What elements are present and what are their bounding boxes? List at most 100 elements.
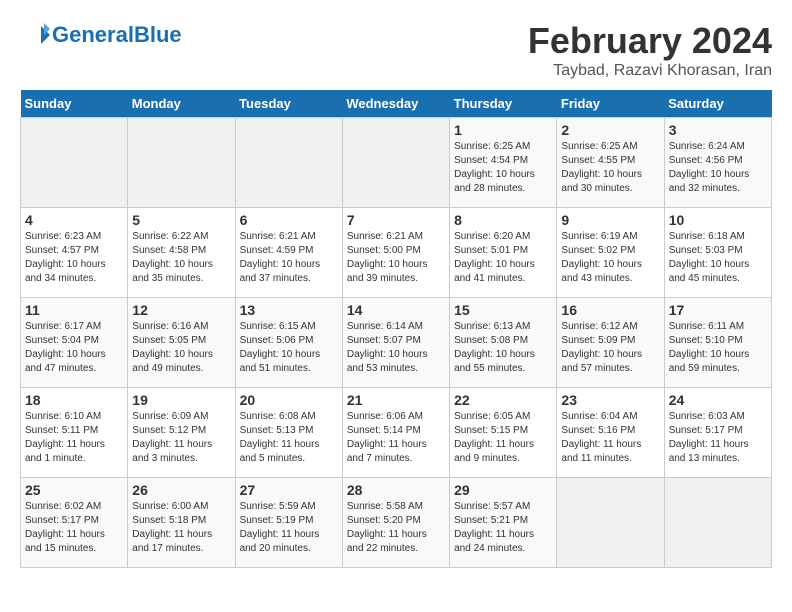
calendar-cell: 13 Sunrise: 6:15 AMSunset: 5:06 PMDayligh… xyxy=(235,298,342,388)
calendar-cell: 22 Sunrise: 6:05 AMSunset: 5:15 PMDayligh… xyxy=(450,388,557,478)
day-info: Sunrise: 6:08 AMSunset: 5:13 PMDaylight:… xyxy=(240,410,338,466)
calendar-cell: 20Sunrise: 6:08 AMSunset: 5:13 PMDayligh… xyxy=(235,388,342,478)
calendar-cell xyxy=(128,118,235,208)
day-number: 22 xyxy=(454,392,552,408)
day-of-week-header: Wednesday xyxy=(342,90,449,118)
day-info: Sunrise: 5:57 AMSunset: 5:21 PMDaylight:… xyxy=(454,500,552,556)
calendar-cell: 27 Sunrise: 5:59 AMSunset: 5:19 PMDayligh… xyxy=(235,478,342,568)
day-of-week-header: Sunday xyxy=(21,90,128,118)
day-info: Sunrise: 6:22 AMSunset: 4:58 PMDaylight:… xyxy=(132,230,230,286)
calendar-cell: 14Sunrise: 6:14 AMSunset: 5:07 PMDayligh… xyxy=(342,298,449,388)
logo-text: GeneralBlue xyxy=(52,22,182,48)
day-info: Sunrise: 5:58 AMSunset: 5:20 PMDaylight:… xyxy=(347,500,445,556)
day-info: Sunrise: 6:23 AMSunset: 4:57 PMDaylight:… xyxy=(25,230,123,286)
day-number: 23 xyxy=(561,392,659,408)
calendar-cell: 26 Sunrise: 6:00 AMSunset: 5:18 PMDayligh… xyxy=(128,478,235,568)
calendar-cell: 21Sunrise: 6:06 AMSunset: 5:14 PMDayligh… xyxy=(342,388,449,478)
calendar-cell xyxy=(235,118,342,208)
day-info: Sunrise: 6:15 AMSunset: 5:06 PMDaylight:… xyxy=(240,320,338,376)
title-section: February 2024 Taybad, Razavi Khorasan, I… xyxy=(528,20,772,80)
header-row: SundayMondayTuesdayWednesdayThursdayFrid… xyxy=(21,90,772,118)
day-number: 27 xyxy=(240,482,338,498)
calendar-cell: 12 Sunrise: 6:16 AMSunset: 5:05 PMDayligh… xyxy=(128,298,235,388)
day-info: Sunrise: 6:04 AMSunset: 5:16 PMDaylight:… xyxy=(561,410,659,466)
calendar-week-row: 4 Sunrise: 6:23 AMSunset: 4:57 PMDaylight… xyxy=(21,208,772,298)
day-number: 16 xyxy=(561,302,659,318)
calendar-cell xyxy=(342,118,449,208)
calendar-cell xyxy=(664,478,771,568)
day-of-week-header: Thursday xyxy=(450,90,557,118)
calendar-week-row: 25Sunrise: 6:02 AMSunset: 5:17 PMDayligh… xyxy=(21,478,772,568)
day-info: Sunrise: 6:13 AMSunset: 5:08 PMDaylight:… xyxy=(454,320,552,376)
day-info: Sunrise: 6:00 AMSunset: 5:18 PMDaylight:… xyxy=(132,500,230,556)
day-info: Sunrise: 5:59 AMSunset: 5:19 PMDaylight:… xyxy=(240,500,338,556)
day-number: 6 xyxy=(240,212,338,228)
day-number: 4 xyxy=(25,212,123,228)
calendar-cell: 24 Sunrise: 6:03 AMSunset: 5:17 PMDayligh… xyxy=(664,388,771,478)
day-number: 11 xyxy=(25,302,123,318)
day-number: 8 xyxy=(454,212,552,228)
calendar-cell: 18Sunrise: 6:10 AMSunset: 5:11 PMDayligh… xyxy=(21,388,128,478)
day-number: 21 xyxy=(347,392,445,408)
day-info: Sunrise: 6:17 AMSunset: 5:04 PMDaylight:… xyxy=(25,320,123,376)
day-of-week-header: Monday xyxy=(128,90,235,118)
day-number: 17 xyxy=(669,302,767,318)
day-number: 10 xyxy=(669,212,767,228)
day-number: 15 xyxy=(454,302,552,318)
day-number: 18 xyxy=(25,392,123,408)
month-title: February 2024 xyxy=(528,20,772,62)
calendar-table: SundayMondayTuesdayWednesdayThursdayFrid… xyxy=(20,90,772,568)
calendar-cell: 3 Sunrise: 6:24 AMSunset: 4:56 PMDaylight… xyxy=(664,118,771,208)
calendar-body: 1 Sunrise: 6:25 AMSunset: 4:54 PMDaylight… xyxy=(21,118,772,568)
calendar-cell: 17 Sunrise: 6:11 AMSunset: 5:10 PMDayligh… xyxy=(664,298,771,388)
day-info: Sunrise: 6:02 AMSunset: 5:17 PMDaylight:… xyxy=(25,500,123,556)
calendar-week-row: 1 Sunrise: 6:25 AMSunset: 4:54 PMDaylight… xyxy=(21,118,772,208)
day-info: Sunrise: 6:20 AMSunset: 5:01 PMDaylight:… xyxy=(454,230,552,286)
calendar-cell: 10 Sunrise: 6:18 AMSunset: 5:03 PMDayligh… xyxy=(664,208,771,298)
day-number: 29 xyxy=(454,482,552,498)
day-number: 24 xyxy=(669,392,767,408)
day-number: 13 xyxy=(240,302,338,318)
day-info: Sunrise: 6:16 AMSunset: 5:05 PMDaylight:… xyxy=(132,320,230,376)
day-info: Sunrise: 6:25 AMSunset: 4:54 PMDaylight:… xyxy=(454,140,552,196)
day-number: 1 xyxy=(454,122,552,138)
calendar-cell: 5 Sunrise: 6:22 AMSunset: 4:58 PMDaylight… xyxy=(128,208,235,298)
calendar-cell: 1 Sunrise: 6:25 AMSunset: 4:54 PMDaylight… xyxy=(450,118,557,208)
logo: GeneralBlue xyxy=(20,20,182,50)
day-info: Sunrise: 6:11 AMSunset: 5:10 PMDaylight:… xyxy=(669,320,767,376)
day-number: 5 xyxy=(132,212,230,228)
day-number: 14 xyxy=(347,302,445,318)
day-info: Sunrise: 6:05 AMSunset: 5:15 PMDaylight:… xyxy=(454,410,552,466)
day-info: Sunrise: 6:03 AMSunset: 5:17 PMDaylight:… xyxy=(669,410,767,466)
day-number: 12 xyxy=(132,302,230,318)
calendar-cell: 7 Sunrise: 6:21 AMSunset: 5:00 PMDaylight… xyxy=(342,208,449,298)
calendar-cell xyxy=(557,478,664,568)
calendar-cell: 16 Sunrise: 6:12 AMSunset: 5:09 PMDayligh… xyxy=(557,298,664,388)
day-of-week-header: Friday xyxy=(557,90,664,118)
calendar-cell: 28Sunrise: 5:58 AMSunset: 5:20 PMDayligh… xyxy=(342,478,449,568)
day-number: 3 xyxy=(669,122,767,138)
calendar-cell: 15 Sunrise: 6:13 AMSunset: 5:08 PMDayligh… xyxy=(450,298,557,388)
calendar-cell: 19 Sunrise: 6:09 AMSunset: 5:12 PMDayligh… xyxy=(128,388,235,478)
day-of-week-header: Tuesday xyxy=(235,90,342,118)
calendar-cell: 25Sunrise: 6:02 AMSunset: 5:17 PMDayligh… xyxy=(21,478,128,568)
calendar-cell: 29 Sunrise: 5:57 AMSunset: 5:21 PMDayligh… xyxy=(450,478,557,568)
day-info: Sunrise: 6:24 AMSunset: 4:56 PMDaylight:… xyxy=(669,140,767,196)
day-info: Sunrise: 6:18 AMSunset: 5:03 PMDaylight:… xyxy=(669,230,767,286)
day-number: 9 xyxy=(561,212,659,228)
calendar-week-row: 11 Sunrise: 6:17 AMSunset: 5:04 PMDayligh… xyxy=(21,298,772,388)
day-number: 7 xyxy=(347,212,445,228)
calendar-cell: 8 Sunrise: 6:20 AMSunset: 5:01 PMDaylight… xyxy=(450,208,557,298)
calendar-cell: 11 Sunrise: 6:17 AMSunset: 5:04 PMDayligh… xyxy=(21,298,128,388)
day-of-week-header: Saturday xyxy=(664,90,771,118)
calendar-cell xyxy=(21,118,128,208)
day-info: Sunrise: 6:12 AMSunset: 5:09 PMDaylight:… xyxy=(561,320,659,376)
calendar-week-row: 18Sunrise: 6:10 AMSunset: 5:11 PMDayligh… xyxy=(21,388,772,478)
calendar-cell: 9 Sunrise: 6:19 AMSunset: 5:02 PMDaylight… xyxy=(557,208,664,298)
calendar-cell: 23 Sunrise: 6:04 AMSunset: 5:16 PMDayligh… xyxy=(557,388,664,478)
day-number: 19 xyxy=(132,392,230,408)
day-number: 26 xyxy=(132,482,230,498)
day-info: Sunrise: 6:21 AMSunset: 5:00 PMDaylight:… xyxy=(347,230,445,286)
day-info: Sunrise: 6:09 AMSunset: 5:12 PMDaylight:… xyxy=(132,410,230,466)
day-info: Sunrise: 6:19 AMSunset: 5:02 PMDaylight:… xyxy=(561,230,659,286)
